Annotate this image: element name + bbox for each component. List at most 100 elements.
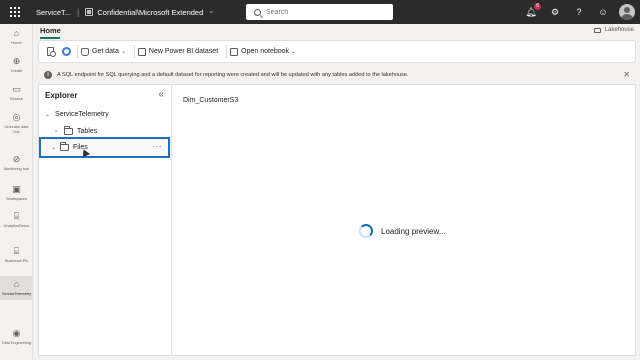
header-actions: 🔔︎ 6 ⚙ ? ☺ (519, 0, 640, 24)
help-button[interactable]: ? (567, 0, 591, 24)
home-icon: ⌂ (13, 28, 20, 38)
new-dataset-label: New Power BI dataset (148, 48, 219, 55)
ribbon-tabs: Home Lakehouse (33, 24, 640, 39)
mode-switch-label: Lakehouse (604, 27, 634, 33)
nav-business-kpis[interactable]: ⌸ BusinessKPIs (0, 246, 33, 264)
chevron-down-icon: ⌄ (291, 49, 297, 55)
chevron-down-icon[interactable]: ⌄ (208, 7, 214, 15)
preview-title: Dim_CustomerS3 (183, 97, 239, 104)
tree-item-tables[interactable]: › Tables (51, 126, 98, 135)
monitoring-icon: ⊘ (12, 154, 21, 164)
tab-home[interactable]: Home (40, 26, 61, 35)
nav-label: BusinessKPIs (4, 259, 29, 263)
info-message-bar: i A SQL endpoint for SQL querying and a … (38, 67, 636, 83)
close-icon[interactable]: ✕ (623, 70, 630, 79)
nav-browse[interactable]: ▭ Browse (0, 84, 33, 102)
nav-label: Create (10, 69, 23, 73)
tree-item-files[interactable]: ⌄ Files ··· (39, 137, 170, 158)
notifications-button[interactable]: 🔔︎ 6 (519, 0, 543, 24)
database-icon (81, 47, 89, 56)
new-power-bi-dataset-button[interactable]: New Power BI dataset (137, 47, 219, 56)
chevron-down-icon: ⌄ (51, 145, 57, 151)
browse-icon: ▭ (12, 84, 21, 94)
toolbar-divider (77, 45, 78, 58)
spinner-icon (359, 224, 373, 238)
nav-label: Workspaces (6, 197, 27, 201)
nav-home[interactable]: ⌂ Home (0, 28, 33, 46)
open-notebook-button[interactable]: Open notebook ⌄ (230, 47, 297, 56)
nav-monitoring-hub[interactable]: ⊘ Monitoring hub (0, 154, 33, 172)
explorer-title: Explorer (45, 91, 78, 100)
nav-label: Data Engineering (1, 341, 32, 345)
nav-onelake-data-hub[interactable]: ◎ OneLake data hub (0, 112, 33, 134)
workspace-icon (85, 8, 94, 16)
chevron-down-icon: ⌄ (120, 49, 126, 55)
top-header: ServiceT... | Confidential\Microsoft Ext… (0, 0, 640, 24)
get-data-label: Get data (92, 48, 119, 55)
folder-icon (60, 142, 70, 151)
tree-item-label: Tables (77, 128, 98, 135)
nav-workspaces[interactable]: ▣ Workspaces (0, 184, 33, 202)
data-engineering-icon: ◉ (12, 328, 21, 338)
search-box[interactable] (246, 4, 393, 20)
header-separator: | (77, 7, 80, 17)
settings-button[interactable]: ⚙ (543, 0, 567, 24)
ribbon-toolbar: Get data ⌄ New Power BI dataset Open not… (38, 40, 636, 63)
nav-label: Browse (10, 97, 23, 101)
info-message: A SQL endpoint for SQL querying and a de… (57, 72, 409, 78)
preview-pane: Dim_CustomerS3 Loading preview... (172, 84, 636, 356)
nav-label: Home (11, 41, 22, 45)
loading-indicator: Loading preview... (359, 224, 446, 238)
settings-button[interactable] (61, 46, 71, 57)
nav-data-engineering[interactable]: ◉ Data Engineering (0, 328, 33, 346)
app-launcher-button[interactable] (0, 0, 30, 24)
create-icon: ⊕ (12, 56, 21, 66)
app-name[interactable]: ServiceT... (36, 8, 71, 17)
waffle-icon (10, 7, 20, 17)
explorer-panel: Explorer « ⌄ ServiceTelemetry › Tables ⌄… (38, 84, 172, 356)
toolbar-divider (226, 45, 228, 58)
workspace-item-icon: ⌸ (13, 246, 20, 256)
workspace-name[interactable]: Confidential\Microsoft Extended (97, 8, 203, 17)
lakehouse-mode-switch[interactable]: Lakehouse (593, 27, 634, 33)
smiley-icon: ☺ (598, 7, 608, 17)
onelake-icon: ◎ (12, 112, 21, 122)
feedback-button[interactable]: ☺ (591, 0, 615, 24)
lakehouse-icon (593, 27, 601, 33)
more-options-icon[interactable]: ··· (153, 142, 163, 151)
nav-create[interactable]: ⊕ Create (0, 56, 33, 74)
new-item-button[interactable] (45, 46, 56, 57)
nav-label: Monitoring hub (3, 167, 30, 171)
gear-icon (61, 47, 71, 56)
get-data-button[interactable]: Get data ⌄ (81, 47, 126, 56)
avatar[interactable] (619, 4, 635, 20)
chevron-right-icon: › (55, 128, 57, 135)
nav-label: ServiceTelemetry (1, 292, 32, 296)
help-icon: ? (576, 7, 582, 17)
document-settings-icon (46, 47, 56, 57)
active-tab-indicator (40, 37, 60, 39)
workspace-item-icon: ⌸ (13, 211, 20, 221)
tree-root-service-telemetry[interactable]: ⌄ ServiceTelemetry (45, 111, 109, 118)
folder-icon (64, 126, 73, 135)
search-icon (254, 8, 261, 16)
nav-analytics-demo[interactable]: ⌸ AnalyticsDemo (0, 211, 33, 229)
notebook-icon (230, 47, 239, 56)
workspaces-icon: ▣ (12, 184, 21, 194)
chevron-down-icon: ⌄ (45, 112, 51, 118)
nav-service-telemetry[interactable]: ⌂ ServiceTelemetry (0, 276, 33, 300)
nav-label: OneLake data hub (4, 125, 29, 134)
search-input[interactable] (266, 8, 386, 16)
mouse-cursor-icon (79, 147, 91, 158)
tree-root-label: ServiceTelemetry (55, 111, 109, 118)
left-navigation: ⌂ Home ⊕ Create ▭ Browse ◎ OneLake data … (0, 24, 33, 360)
loading-text: Loading preview... (381, 226, 446, 236)
nav-label: AnalyticsDemo (3, 224, 30, 228)
info-icon: i (44, 71, 52, 79)
gear-icon: ⚙ (550, 6, 560, 17)
dataset-icon (137, 47, 146, 56)
collapse-panel-icon[interactable]: « (158, 89, 164, 100)
open-notebook-label: Open notebook (241, 48, 290, 55)
toolbar-divider (133, 45, 135, 58)
lakehouse-icon: ⌂ (13, 279, 20, 289)
